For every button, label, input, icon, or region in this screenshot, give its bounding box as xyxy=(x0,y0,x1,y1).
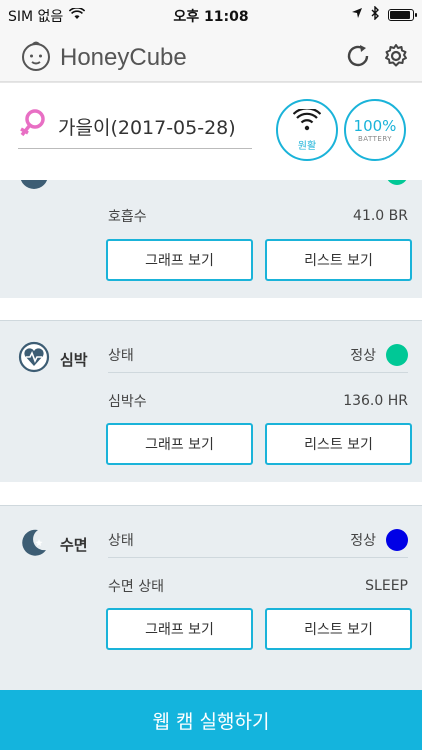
sleep-status-dot xyxy=(386,528,408,551)
refresh-icon[interactable] xyxy=(344,42,372,70)
child-name: 가을이(2017-05-28) xyxy=(58,117,236,139)
card-title: 심박 xyxy=(60,350,88,369)
card-title: 수면 xyxy=(60,535,88,554)
battery-percent: 100% xyxy=(353,117,397,135)
child-selector[interactable]: 가을이(2017-05-28) xyxy=(18,105,252,149)
gear-icon[interactable] xyxy=(382,42,410,70)
breathing-rate-row: 호흡수 41.0 BR xyxy=(108,198,408,234)
row-label: 상태 xyxy=(108,532,134,549)
baby-face-icon xyxy=(20,40,52,76)
profile-header: 가을이(2017-05-28) 원활 100% BATTERY xyxy=(0,83,422,180)
heart-card: 심박 상태 정상 심박수 136.0 HR 그래프 보기 리스트 보기 xyxy=(0,320,422,482)
heart-status-row: 상태 정상 xyxy=(108,337,408,373)
wifi-icon xyxy=(292,106,322,135)
location-arrow-icon xyxy=(351,7,363,23)
breathing-icon xyxy=(18,180,50,195)
app-title: HoneyCube xyxy=(60,44,187,71)
sleep-state-row: 수면 상태 SLEEP xyxy=(108,568,408,604)
wifi-status-label: 원활 xyxy=(297,140,317,152)
status-bar: SIM 없음 오후 11:08 xyxy=(0,0,422,30)
bluetooth-icon xyxy=(371,5,380,24)
graph-view-button[interactable]: 그래프 보기 xyxy=(106,608,253,650)
moon-stars-icon xyxy=(18,526,50,562)
app-logo: HoneyCube xyxy=(20,40,187,76)
row-value: 41.0 BR xyxy=(353,208,408,224)
row-label: 수면 상태 xyxy=(108,579,164,595)
list-view-button[interactable]: 리스트 보기 xyxy=(265,239,412,281)
sleep-card: 수면 상태 정상 수면 상태 SLEEP 그래프 보기 리스트 보기 xyxy=(0,505,422,690)
list-view-button[interactable]: 리스트 보기 xyxy=(265,608,412,650)
breathing-status-dot xyxy=(386,180,408,185)
row-label: 호흡수 xyxy=(108,209,147,225)
battery-status-badge: 100% BATTERY xyxy=(344,99,406,161)
heart-pulse-icon xyxy=(18,341,50,377)
row-value: 136.0 HR xyxy=(343,393,408,409)
row-value: 정상 xyxy=(350,532,376,549)
battery-icon xyxy=(388,9,417,21)
webcam-button[interactable]: 웹 캠 실행하기 xyxy=(0,690,422,750)
app-screen: SIM 없음 오후 11:08 HoneyCube 가을이(2017-05-28… xyxy=(0,0,422,750)
heart-rate-row: 심박수 136.0 HR xyxy=(108,383,408,419)
wifi-status-badge: 원활 xyxy=(276,99,338,161)
graph-view-button[interactable]: 그래프 보기 xyxy=(106,423,253,465)
row-value: 정상 xyxy=(350,347,376,364)
sensor-list[interactable]: 호흡수 41.0 BR 그래프 보기 리스트 보기 심박 상태 정상 심박수 1… xyxy=(0,180,422,690)
female-symbol-icon xyxy=(18,107,48,147)
list-view-button[interactable]: 리스트 보기 xyxy=(265,423,412,465)
row-label: 상태 xyxy=(108,347,134,364)
nav-bar: HoneyCube xyxy=(0,30,422,82)
heart-status-dot xyxy=(386,343,408,366)
breathing-card: 호흡수 41.0 BR 그래프 보기 리스트 보기 xyxy=(0,180,422,298)
sleep-status-row: 상태 정상 xyxy=(108,522,408,558)
row-label: 심박수 xyxy=(108,394,147,410)
graph-view-button[interactable]: 그래프 보기 xyxy=(106,239,253,281)
battery-label: BATTERY xyxy=(357,135,393,143)
row-value: SLEEP xyxy=(365,578,408,594)
